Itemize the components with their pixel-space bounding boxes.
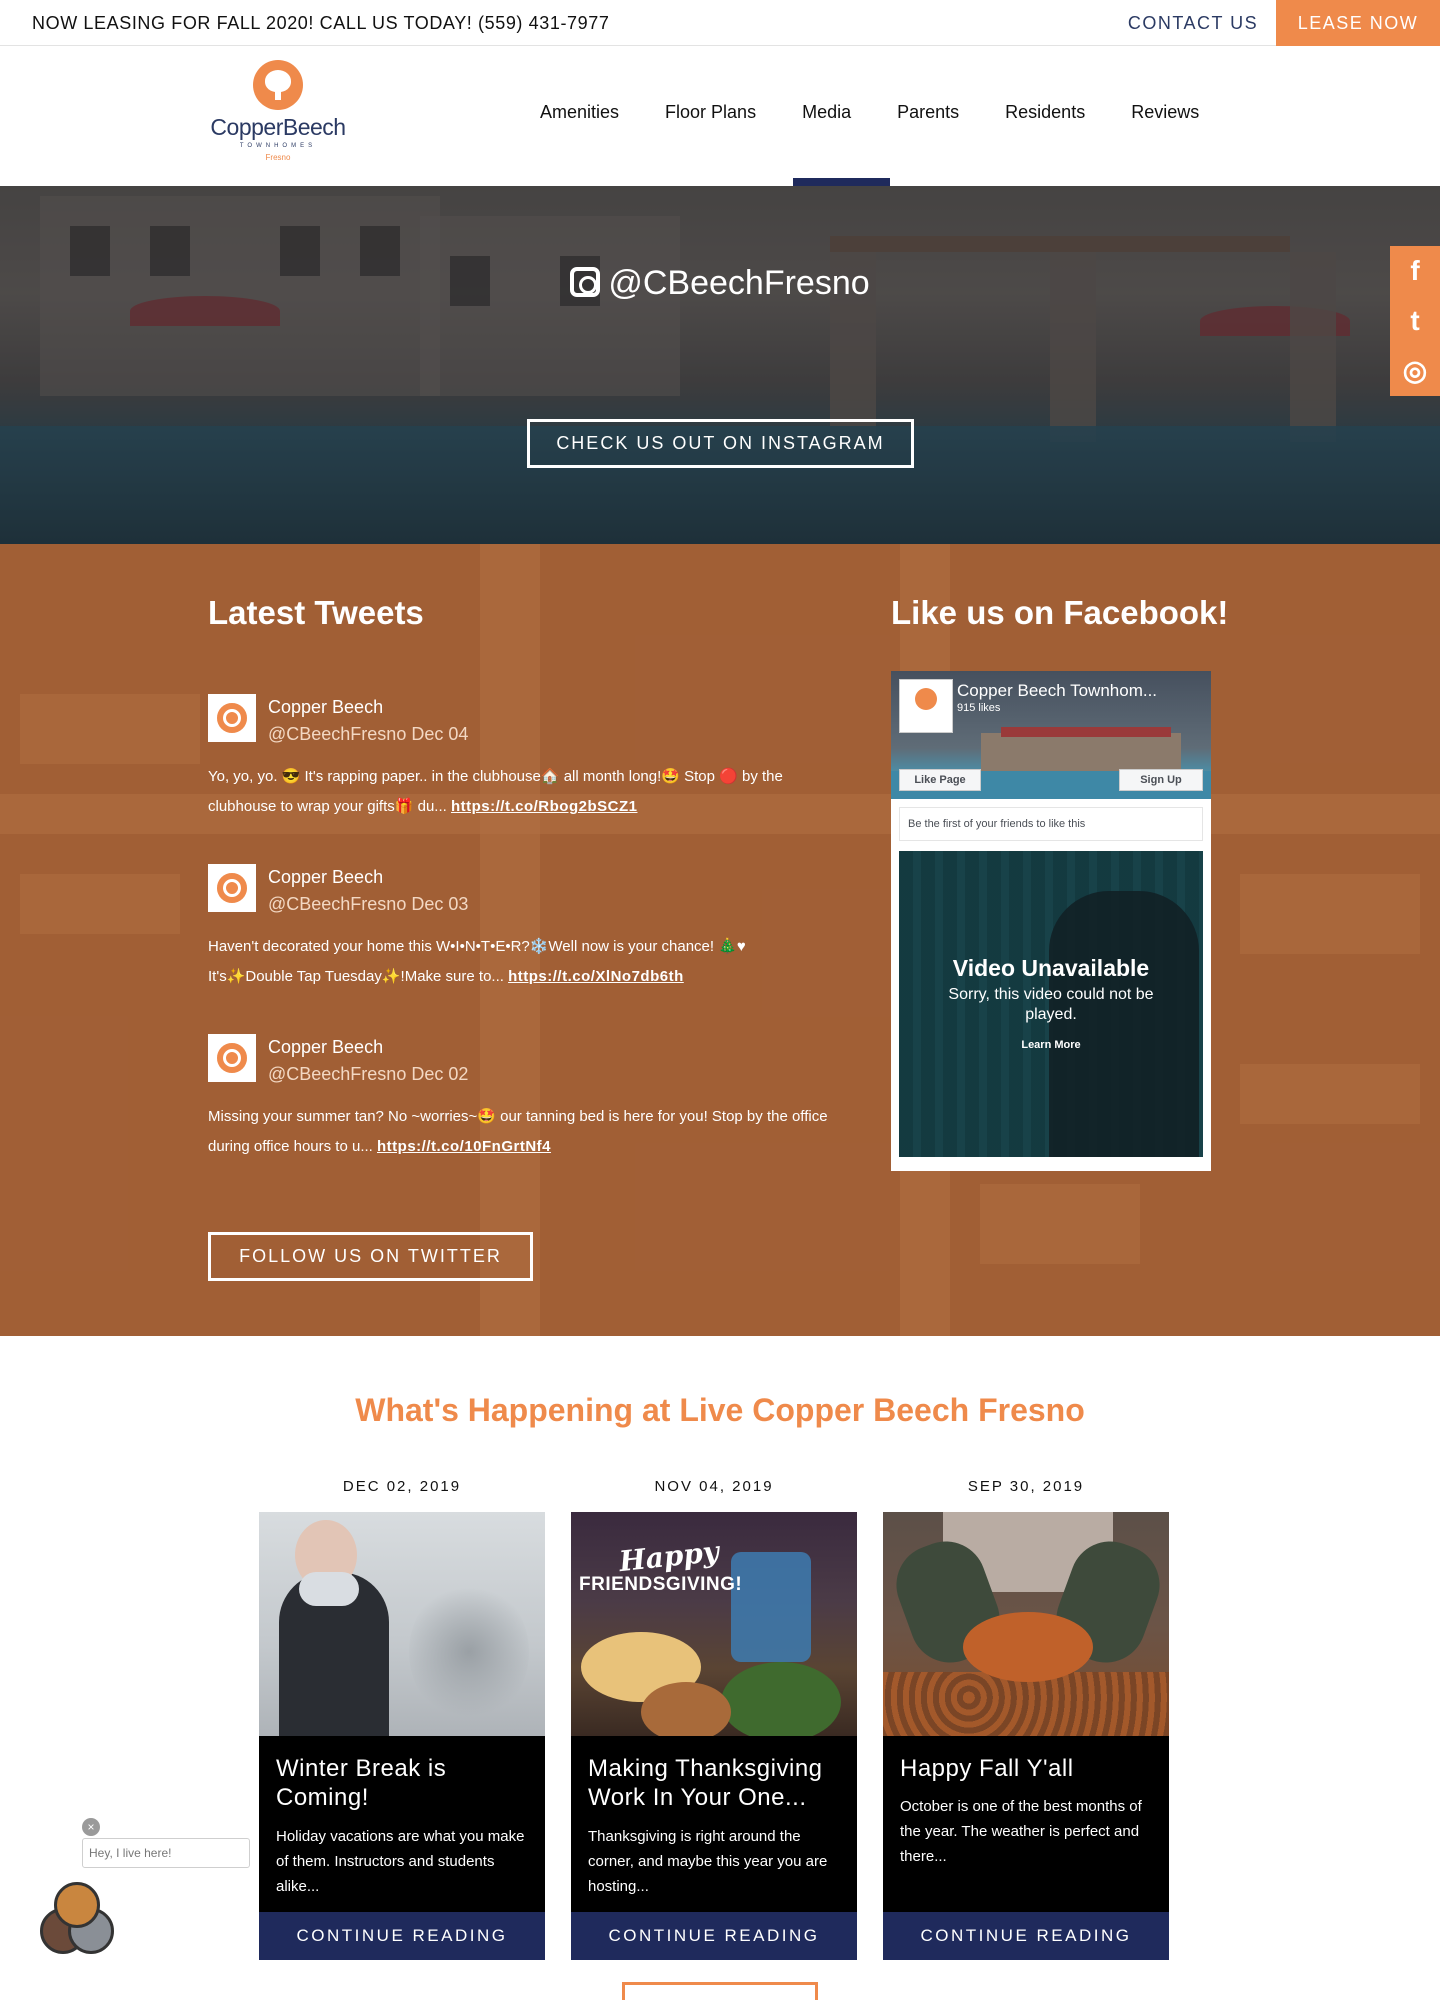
tweet: Copper Beech @CBeechFresno Dec 04 Yo, yo… (208, 694, 828, 824)
main-nav: Amenities Floor Plans Media Parents Resi… (540, 102, 1245, 123)
post-image[interactable] (259, 1512, 545, 1736)
tree-logo-icon (253, 60, 303, 110)
follow-twitter-button[interactable]: FOLLOW US ON TWITTER (208, 1232, 533, 1281)
post-body: Winter Break is Coming! Holiday vacation… (259, 1736, 545, 1912)
jug-image (731, 1552, 811, 1662)
tree-image (409, 1582, 529, 1722)
facebook-video[interactable]: Video Unavailable Sorry, this video coul… (899, 851, 1203, 1157)
facebook-like-page-button[interactable]: Like Page (899, 769, 981, 791)
video-learn-more-link[interactable]: Learn More (899, 1039, 1203, 1051)
nav-floor-plans[interactable]: Floor Plans (665, 102, 756, 123)
tweet-text: Missing your summer tan? No ~worries~🤩 o… (208, 1102, 828, 1162)
tweet-handle: @CBeechFresno Dec 02 (268, 1064, 469, 1084)
tweet-link[interactable]: https://t.co/XlNo7db6th (508, 968, 684, 985)
active-nav-indicator (793, 178, 890, 186)
site-header: CopperBeech TOWNHOMES Fresno Amenities F… (0, 46, 1440, 186)
post-title[interactable]: Happy Fall Y'all (900, 1754, 1162, 1783)
latest-tweets-heading: Latest Tweets (208, 594, 424, 631)
hero-overlay (0, 186, 1440, 544)
tweet-avatar[interactable] (208, 864, 256, 912)
logo-name: CopperBeech (210, 114, 346, 140)
happenings-heading: What's Happening at Live Copper Beech Fr… (355, 1392, 1085, 1428)
instagram-handle: @CBeechFresno (608, 264, 870, 302)
facebook-page-name[interactable]: Copper Beech Townhom... (957, 681, 1197, 701)
tweet-handle: @CBeechFresno Dec 04 (268, 724, 469, 744)
site-logo[interactable]: CopperBeech TOWNHOMES Fresno (208, 60, 348, 170)
tweet: Copper Beech @CBeechFresno Dec 03 Haven'… (208, 864, 828, 994)
instagram-icon[interactable]: ◎ (1390, 346, 1440, 396)
continue-reading-button[interactable]: CONTINUE READING (883, 1912, 1169, 1960)
plate-image (721, 1662, 841, 1736)
chat-close-icon[interactable]: × (82, 1818, 100, 1836)
post-date: SEP 30, 2019 (967, 1478, 1085, 1495)
nav-residents[interactable]: Residents (1005, 102, 1085, 123)
nav-parents[interactable]: Parents (897, 102, 959, 123)
cover-awning-image (1001, 727, 1171, 737)
avatar (54, 1882, 100, 1928)
image-caption-friendsgiving: FRIENDSGIVING! (579, 1574, 743, 1595)
video-unavailable-message: Sorry, this video could not be played. (948, 986, 1154, 1023)
tweet-link[interactable]: https://t.co/Rbog2bSCZ1 (451, 798, 638, 815)
chat-bubble[interactable]: Hey, I live here! (82, 1838, 250, 1868)
twitter-icon[interactable]: t (1390, 296, 1440, 346)
post-title[interactable]: Making Thanksgiving Work In Your One... (588, 1754, 850, 1812)
tweet-link[interactable]: https://t.co/10FnGrtNf4 (377, 1138, 551, 1155)
facebook-widget: Copper Beech Townhom... 915 likes Like P… (891, 671, 1211, 1171)
facebook-heading: Like us on Facebook! (891, 594, 1229, 631)
tweet-author[interactable]: Copper Beech (268, 1037, 383, 1058)
post-body: Happy Fall Y'all October is one of the b… (883, 1736, 1169, 1912)
nav-amenities[interactable]: Amenities (540, 102, 619, 123)
leaves-image (963, 1612, 1093, 1682)
facebook-icon[interactable]: f (1390, 246, 1440, 296)
post-body: Making Thanksgiving Work In Your One... … (571, 1736, 857, 1912)
logo-city: Fresno (265, 153, 291, 162)
post-excerpt: October is one of the best months of the… (900, 1798, 1142, 1865)
tweet-handle: @CBeechFresno Dec 03 (268, 894, 469, 914)
top-bar: NOW LEASING FOR FALL 2020! CALL US TODAY… (0, 0, 1440, 46)
tweet-text: Yo, yo, yo. 😎 It's rapping paper.. in th… (208, 762, 828, 822)
nav-media[interactable]: Media (802, 102, 851, 123)
tweet-avatar[interactable] (208, 694, 256, 742)
tweet: Copper Beech @CBeechFresno Dec 02 Missin… (208, 1034, 828, 1164)
nav-reviews[interactable]: Reviews (1131, 102, 1199, 123)
social-sidebar: f t ◎ (1390, 246, 1440, 396)
post-excerpt: Holiday vacations are what you make of t… (276, 1828, 525, 1895)
facebook-sign-up-button[interactable]: Sign Up (1119, 769, 1203, 791)
tweet-author[interactable]: Copper Beech (268, 867, 383, 888)
post-date: DEC 02, 2019 (342, 1478, 462, 1495)
lease-now-button[interactable]: LEASE NOW (1276, 0, 1440, 46)
post-date: NOV 04, 2019 (654, 1478, 774, 1495)
instagram-handle-heading[interactable]: @CBeechFresno (0, 264, 1440, 303)
mitten-image (299, 1572, 359, 1606)
instagram-hero: @CBeechFresno CHECK US OUT ON INSTAGRAM (0, 186, 1440, 544)
continue-reading-button[interactable]: CONTINUE READING (571, 1912, 857, 1960)
post-image[interactable]: Happy FRIENDSGIVING! (571, 1512, 857, 1736)
tweet-author[interactable]: Copper Beech (268, 697, 383, 718)
facebook-signup-label: Sign Up (1140, 774, 1182, 786)
post-excerpt: Thanksgiving is right around the corner,… (588, 1828, 828, 1895)
chat-avatars[interactable] (40, 1880, 120, 1960)
facebook-likes-count: 915 likes (957, 702, 1001, 714)
instagram-button[interactable]: CHECK US OUT ON INSTAGRAM (527, 419, 914, 468)
tweet-text: Haven't decorated your home this W•I•N•T… (208, 932, 828, 992)
tweet-avatar[interactable] (208, 1034, 256, 1082)
facebook-friends-text: Be the first of your friends to like thi… (899, 807, 1203, 841)
continue-reading-button[interactable]: CONTINUE READING (259, 1912, 545, 1960)
video-unavailable-title: Video Unavailable (952, 955, 1150, 981)
logo-subtitle: TOWNHOMES (239, 143, 317, 149)
social-feeds-section: Latest Tweets Copper Beech @CBeechFresno… (0, 544, 1440, 1336)
instagram-icon (570, 267, 601, 297)
facebook-like-label: Like Page (914, 774, 966, 786)
plate-image (641, 1682, 731, 1736)
image-caption-happy: Happy (617, 1534, 721, 1579)
post-title[interactable]: Winter Break is Coming! (276, 1754, 538, 1812)
leasing-announcement: NOW LEASING FOR FALL 2020! CALL US TODAY… (32, 13, 610, 33)
post-image[interactable] (883, 1512, 1169, 1736)
facebook-profile-picture[interactable] (899, 679, 953, 733)
view-more-button[interactable] (622, 1982, 818, 2000)
contact-us-link[interactable]: CONTACT US (1110, 0, 1276, 46)
